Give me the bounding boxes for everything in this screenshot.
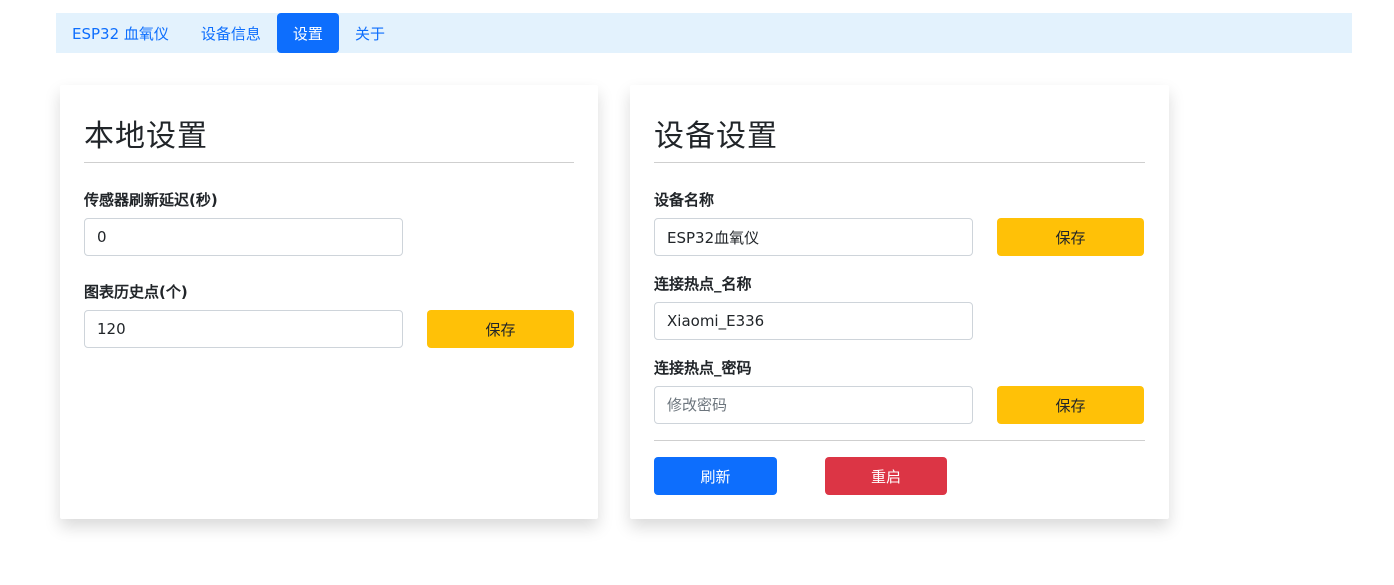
local-settings-card: 本地设置 传感器刷新延迟(秒) 图表历史点(个) 保存 (60, 85, 598, 519)
device-actions-divider (654, 440, 1145, 441)
sensor-delay-input[interactable] (84, 218, 403, 256)
device-settings-title: 设备设置 (654, 119, 778, 154)
nav-item-settings[interactable]: 设置 (276, 13, 339, 53)
top-navbar: ESP32 血氧仪 设备信息 设置 关于 (56, 13, 1352, 53)
hotspot-save-button[interactable]: 保存 (997, 386, 1144, 424)
history-points-label: 图表历史点(个) (84, 283, 188, 301)
hotspot-password-input[interactable] (654, 386, 973, 424)
refresh-button[interactable]: 刷新 (654, 457, 777, 495)
history-points-input[interactable] (84, 310, 403, 348)
hotspot-name-label: 连接热点_名称 (654, 275, 752, 293)
hotspot-password-label: 连接热点_密码 (654, 359, 752, 377)
device-name-save-button[interactable]: 保存 (997, 218, 1144, 256)
hotspot-name-input[interactable] (654, 302, 973, 340)
nav-item-about[interactable]: 关于 (339, 13, 401, 53)
device-name-label: 设备名称 (654, 191, 715, 209)
nav-brand[interactable]: ESP32 血氧仪 (56, 13, 185, 53)
local-settings-divider (84, 162, 574, 163)
sensor-delay-label: 传感器刷新延迟(秒) (84, 191, 218, 209)
device-settings-card: 设备设置 设备名称 保存 连接热点_名称 连接热点_密码 保存 刷新 重启 (630, 85, 1169, 519)
nav-item-device-info[interactable]: 设备信息 (185, 13, 277, 53)
device-name-input[interactable] (654, 218, 973, 256)
local-save-button[interactable]: 保存 (427, 310, 574, 348)
device-settings-divider (654, 162, 1145, 163)
local-settings-title: 本地设置 (84, 119, 208, 154)
restart-button[interactable]: 重启 (825, 457, 947, 495)
